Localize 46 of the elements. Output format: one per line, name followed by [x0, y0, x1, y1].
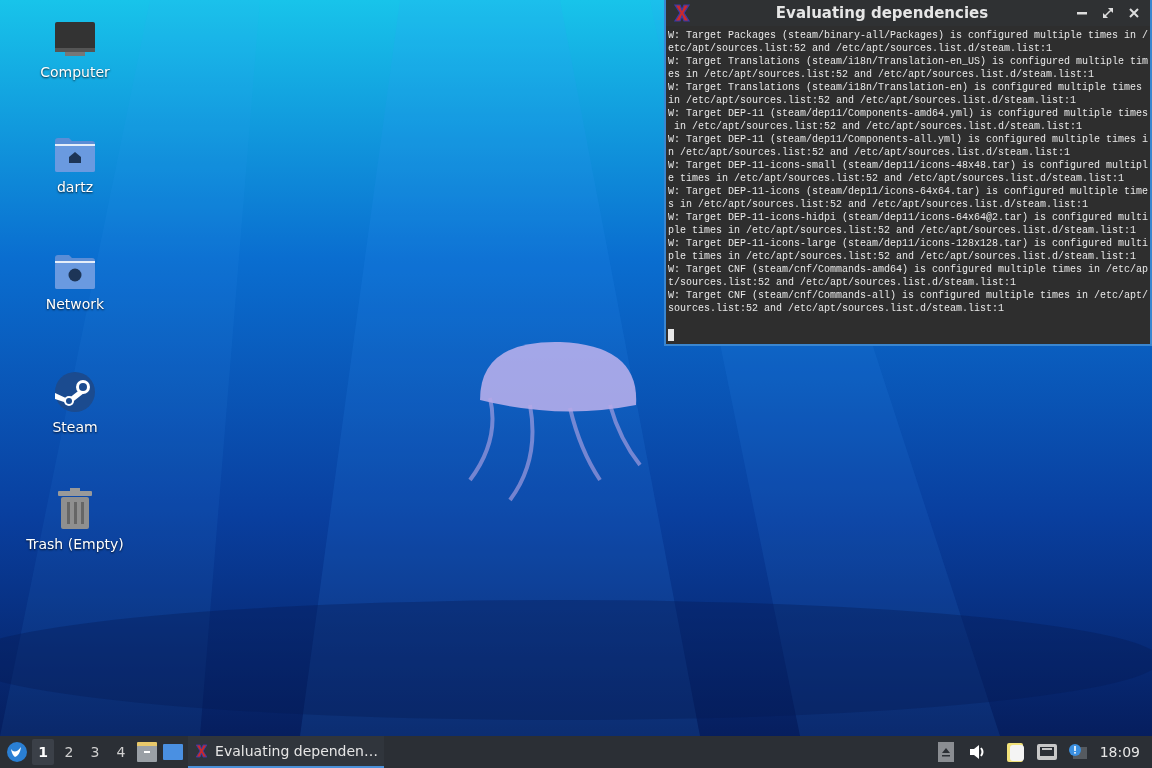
window-title: Evaluating dependencies [774, 4, 990, 22]
desktop-icon-label[interactable]: dartz [56, 179, 94, 195]
terminal-line: W: Target Translations (steam/i18n/Translation-en) is configured multiple times [668, 81, 1144, 94]
monitor-icon [53, 20, 97, 58]
terminal-line: in /etc/apt/sources.list:52 and /etc/apt/sources.list.d/steam.list:1 [673, 120, 1084, 133]
workspace-button[interactable]: 1 [32, 739, 54, 765]
trash-icon [57, 488, 93, 530]
terminal-line: s in /etc/apt/sources.list:52 and /etc/apt/sources.list.d/steam.list:1 [668, 198, 1090, 211]
workspace-button[interactable]: 2 [58, 739, 80, 765]
network-folder-icon [54, 254, 96, 290]
terminal-line: W: Target DEP-11-icons-large (steam/dep11/icons-128x128.tar) is configured multi [668, 237, 1148, 250]
maximize-icon[interactable] [1103, 8, 1113, 18]
terminal-line: W: Target DEP-11 (steam/dep11/Components-all.yml) is configured multiple times i [668, 133, 1148, 146]
terminal-line: W: Target CNF (steam/cnf/Commands-amd64) is configured multiple times in /etc/ap [668, 263, 1148, 276]
terminal-line: W: Target Packages (steam/binary-all/Packages) is configured multiple times in / [668, 29, 1148, 42]
terminal-line: W: Target Translations (steam/i18n/Translation-en_US) is configured multiple tim [668, 55, 1148, 68]
terminal-line: W: Target DEP-11-icons-small (steam/dep11/icons-48x48.tar) is configured multipl [668, 159, 1148, 172]
workspace-button[interactable]: 3 [84, 739, 106, 765]
file-manager-button[interactable] [136, 739, 158, 765]
app-menu-button[interactable] [6, 739, 28, 765]
terminal-line: sources.list:52 and /etc/apt/sources.list.d/steam.list:1 [668, 302, 1006, 315]
task-button[interactable]: Evaluating dependen… [188, 736, 384, 768]
terminal-line: ple times in /etc/apt/sources.list:52 and /etc/apt/sources.list.d/steam.list:1 [668, 224, 1138, 237]
terminal-line: t/sources.list:52 and /etc/apt/sources.list.d/steam.list:1 [668, 276, 1018, 289]
terminal-line: etc/apt/sources.list:52 and /etc/apt/sources.list.d/steam.list:1 [668, 42, 1054, 55]
workspace-button[interactable]: 4 [110, 739, 132, 765]
terminal-line: W: Target DEP-11 (steam/dep11/Components-amd64.yml) is configured multiple times [668, 107, 1148, 120]
steam-icon [54, 371, 96, 413]
desktop-icon-label[interactable]: Steam [52, 419, 98, 435]
terminal-line: ple times in /etc/apt/sources.list:52 and /etc/apt/sources.list.d/steam.list:1 [668, 250, 1138, 263]
terminal-line: W: Target DEP-11-icons (steam/dep11/icons-64x64.tar) is configured multiple time [668, 185, 1148, 198]
terminal-line: W: Target DEP-11-icons-hidpi (steam/dep11/icons-64x64@2.tar) is configured multi [668, 211, 1148, 224]
close-icon[interactable] [1129, 8, 1139, 18]
desktop-icon-label[interactable]: Network [45, 296, 105, 312]
eject-icon[interactable] [937, 739, 954, 765]
terminal-line: W: Target CNF (steam/cnf/Commands-all) is configured multiple times in /etc/apt/ [668, 289, 1148, 302]
terminal-line: e times in /etc/apt/sources.list:52 and /etc/apt/sources.list.d/steam.list:1 [668, 172, 1126, 185]
terminal-line: in /etc/apt/sources.list:52 and /etc/apt/sources.list.d/steam.list:1 [668, 94, 1078, 107]
clock[interactable]: 18:09 [1091, 744, 1146, 760]
terminal-line: n /etc/apt/sources.list:52 and /etc/apt/sources.list.d/steam.list:1 [668, 146, 1072, 159]
text-cursor [668, 329, 674, 341]
desktop-icon-label[interactable]: Trash (Empty) [26, 536, 124, 552]
x-app-icon [672, 3, 692, 23]
terminal-line: es in /etc/apt/sources.list:52 and /etc/apt/sources.list.d/steam.list:1 [668, 68, 1096, 81]
x-app-icon [194, 742, 210, 760]
home-folder-icon [54, 137, 96, 173]
